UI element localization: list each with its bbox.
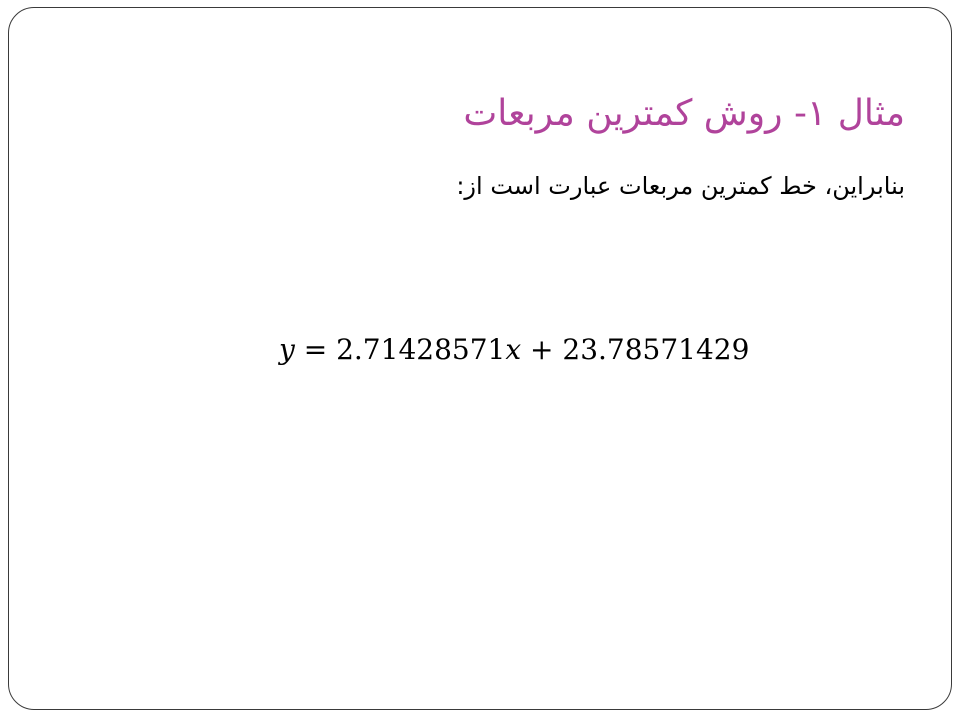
equation-slope: 2.71428571 [336,333,506,366]
equation-y-variable: y [279,333,295,366]
slide-frame: مثال ۱- روش کمترین مربعات بنابراین، خط ک… [8,7,952,710]
equation-x-variable: x [505,333,522,366]
equation-equals-sign: = [294,333,337,366]
slide-title: مثال ۱- روش کمترین مربعات [463,93,905,134]
slide-body-text: بنابراین، خط کمترین مربعات عبارت است از: [456,172,905,200]
regression-equation: y = 2.71428571x + 23.78571429 [279,328,749,372]
equation-intercept: 23.78571429 [562,333,750,366]
equation-plus-sign: + [521,333,563,366]
